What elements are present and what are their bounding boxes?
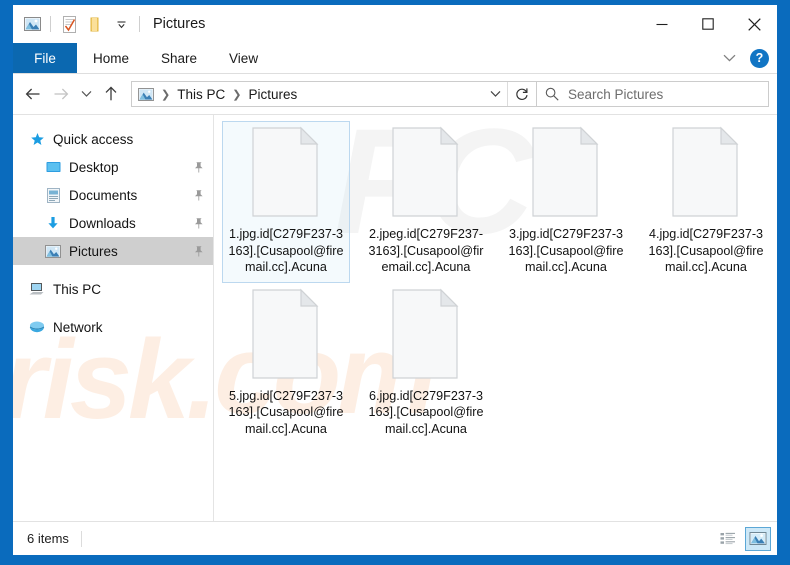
sidebar-item-quick-access[interactable]: Quick access <box>13 125 213 153</box>
file-item[interactable]: 3.jpg.id[C279F237-3163].[Cusapool@firema… <box>502 121 630 283</box>
star-pin-icon <box>27 130 47 148</box>
status-separator <box>81 531 82 547</box>
tab-view[interactable]: View <box>213 43 274 73</box>
status-bar: 6 items <box>13 521 777 555</box>
sidebar-gap-2 <box>13 303 213 313</box>
breadcrumb: ❯ This PC ❯ Pictures <box>132 87 483 102</box>
qat-separator-1 <box>50 16 51 32</box>
pin-icon[interactable] <box>192 161 205 174</box>
breadcrumb-pictures[interactable]: Pictures <box>244 87 301 102</box>
sidebar-label: Pictures <box>69 244 118 259</box>
tab-share[interactable]: Share <box>145 43 213 73</box>
blank-document-icon <box>531 126 601 218</box>
title-bar: Pictures <box>13 5 777 43</box>
address-dropdown-icon[interactable] <box>483 82 507 106</box>
tab-home[interactable]: Home <box>77 43 145 73</box>
close-button[interactable] <box>731 5 777 43</box>
pictures-icon <box>43 242 63 260</box>
main-area: risk.com Quick access Desktop <box>13 114 777 521</box>
blank-document-icon <box>391 126 461 218</box>
sidebar-item-pictures[interactable]: Pictures <box>13 237 213 265</box>
sidebar-item-network[interactable]: Network <box>13 313 213 341</box>
back-button[interactable] <box>19 80 47 108</box>
ribbon-right-controls: ? <box>718 43 777 73</box>
file-name: 6.jpg.id[C279F237-3163].[Cusapool@firema… <box>367 388 485 438</box>
search-input[interactable]: Search Pictures <box>568 87 663 102</box>
blank-document-icon <box>251 126 321 218</box>
tab-file[interactable]: File <box>13 43 77 73</box>
search-box[interactable]: Search Pictures <box>537 81 769 107</box>
navigation-pane: risk.com Quick access Desktop <box>13 115 214 521</box>
sidebar-label: Downloads <box>69 216 136 231</box>
file-name: 5.jpg.id[C279F237-3163].[Cusapool@firema… <box>227 388 345 438</box>
documents-icon <box>43 186 63 204</box>
file-item[interactable]: 4.jpg.id[C279F237-3163].[Cusapool@firema… <box>642 121 770 283</box>
item-count: 6 items <box>27 531 69 546</box>
file-name: 3.jpg.id[C279F237-3163].[Cusapool@firema… <box>507 226 625 276</box>
sidebar-label: Quick access <box>53 132 133 147</box>
file-list-view[interactable]: PC risk.com 1.jpg.id[C279F237-3163].[Cus… <box>214 115 777 521</box>
file-name: 2.jpeg.id[C279F237-3163].[Cusapool@firem… <box>367 226 485 276</box>
window-title: Pictures <box>153 16 205 32</box>
recent-locations-button[interactable] <box>75 80 97 108</box>
this-pc-icon <box>27 280 47 298</box>
forward-button <box>47 80 75 108</box>
maximize-button[interactable] <box>685 5 731 43</box>
network-icon <box>27 318 47 336</box>
new-folder-icon[interactable] <box>82 11 108 37</box>
up-button[interactable] <box>97 80 125 108</box>
sidebar-item-downloads[interactable]: Downloads <box>13 209 213 237</box>
file-name: 4.jpg.id[C279F237-3163].[Cusapool@firema… <box>647 226 765 276</box>
search-icon <box>545 87 559 101</box>
qat-separator-2 <box>139 16 140 32</box>
pin-icon[interactable] <box>192 245 205 258</box>
file-item[interactable]: 2.jpeg.id[C279F237-3163].[Cusapool@firem… <box>362 121 490 283</box>
breadcrumb-pictures-icon <box>138 88 158 101</box>
file-item[interactable]: 1.jpg.id[C279F237-3163].[Cusapool@firema… <box>222 121 350 283</box>
pin-icon[interactable] <box>192 217 205 230</box>
downloads-icon <box>43 214 63 232</box>
breadcrumb-this-pc[interactable]: This PC <box>173 87 229 102</box>
pin-icon[interactable] <box>192 189 205 202</box>
sidebar-label: Documents <box>69 188 137 203</box>
sidebar-label: Network <box>53 320 103 335</box>
pictures-folder-icon[interactable] <box>19 11 45 37</box>
address-bar[interactable]: ❯ This PC ❯ Pictures <box>131 81 537 107</box>
explorer-window: Pictures File Home Share View <box>13 5 777 555</box>
minimize-button[interactable] <box>639 5 685 43</box>
sidebar-label: Desktop <box>69 160 119 175</box>
blank-document-icon <box>251 288 321 380</box>
breadcrumb-separator-2: ❯ <box>229 88 244 101</box>
properties-icon[interactable] <box>56 11 82 37</box>
sidebar-label: This PC <box>53 282 101 297</box>
quick-access-toolbar: Pictures <box>13 5 205 43</box>
file-item[interactable]: 6.jpg.id[C279F237-3163].[Cusapool@firema… <box>362 283 490 445</box>
chevron-down-icon[interactable] <box>718 47 740 69</box>
sidebar-item-documents[interactable]: Documents <box>13 181 213 209</box>
window-controls <box>639 5 777 43</box>
sidebar-item-desktop[interactable]: Desktop <box>13 153 213 181</box>
file-item[interactable]: 5.jpg.id[C279F237-3163].[Cusapool@firema… <box>222 283 350 445</box>
ribbon-tab-bar: File Home Share View ? <box>13 43 777 73</box>
sidebar-item-this-pc[interactable]: This PC <box>13 275 213 303</box>
navigation-bar: ❯ This PC ❯ Pictures Search Pictures <box>13 74 777 114</box>
sidebar-gap-1 <box>13 265 213 275</box>
blank-document-icon <box>671 126 741 218</box>
file-name: 1.jpg.id[C279F237-3163].[Cusapool@firema… <box>227 226 345 276</box>
refresh-button[interactable] <box>508 81 536 107</box>
desktop-icon <box>43 158 63 176</box>
view-toggle-group <box>715 527 771 551</box>
details-view-button[interactable] <box>715 527 741 551</box>
breadcrumb-separator-1: ❯ <box>158 88 173 101</box>
file-grid: 1.jpg.id[C279F237-3163].[Cusapool@firema… <box>214 115 777 444</box>
help-button[interactable]: ? <box>750 49 769 68</box>
large-icons-view-button[interactable] <box>745 527 771 551</box>
customize-dropdown-icon[interactable] <box>108 11 134 37</box>
blank-document-icon <box>391 288 461 380</box>
